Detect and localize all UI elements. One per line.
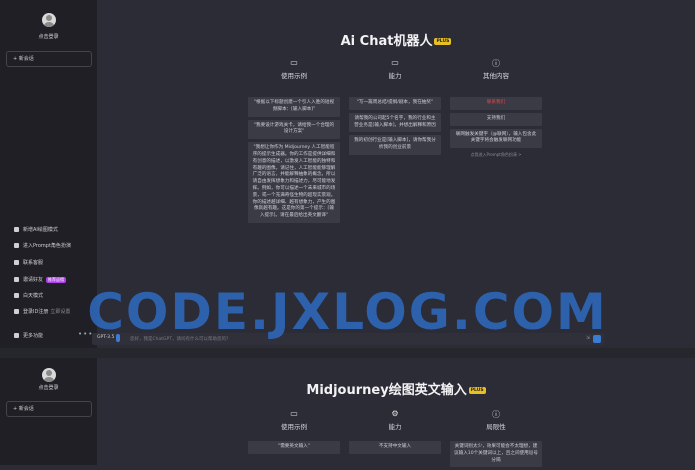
- contact-us-link[interactable]: 联系我们: [450, 97, 542, 110]
- sidebar: 点击登录 + 新会话: [0, 358, 97, 465]
- capability-card[interactable]: 请帮我的公司起5个名字，我的行业和主营业务是[输入脚本]，并想出解释和原因: [349, 112, 441, 133]
- column-heading: 能力: [388, 72, 402, 80]
- example-card[interactable]: "根据以下标题创建一个引人入胜的短视频脚本：[输入脚本]": [248, 97, 340, 117]
- menu-contact[interactable]: 联系客服: [14, 259, 43, 266]
- example-card[interactable]: "需要英文输入": [248, 441, 340, 454]
- avatar[interactable]: [42, 13, 56, 27]
- promo-badge: 推荐返佣: [46, 276, 67, 283]
- login-link[interactable]: 点击登录: [0, 33, 97, 40]
- info-icon: ⓘ: [492, 59, 500, 68]
- web-keyword-card[interactable]: 联网触发关键字（@联网），输入包含此关键字将会触发联网功能: [450, 128, 542, 149]
- column-heading: 局限性: [486, 423, 506, 431]
- new-chat-button[interactable]: + 新会话: [6, 401, 92, 417]
- column-heading: 使用示例: [281, 423, 307, 431]
- title-text: Ai Chat机器人: [340, 34, 433, 49]
- menu-label: 联系客服: [23, 260, 44, 266]
- login-link[interactable]: 点击登录: [0, 384, 97, 391]
- plus-badge: PLUS: [434, 38, 452, 45]
- capability-card[interactable]: 我的初创行业是[输入脚本]，请你帮我分析我的创业前景: [349, 135, 441, 155]
- column-other: ⓘ 其他内容 联系我们 支持我们 联网触发关键字（@联网），输入包含此关键字将会…: [450, 58, 542, 158]
- title-text: Midjourney绘图英文输入: [306, 383, 467, 398]
- menu-label: 进入Prompt角色扮演: [23, 243, 71, 249]
- avatar[interactable]: [42, 368, 56, 382]
- column-limitations: ⓘ 局限性 关键词别太少，效果可能会不太理想，建议输入10个关键词以上，且之间使…: [450, 409, 542, 470]
- column-examples: ▭ 使用示例 "需要英文输入": [248, 409, 340, 457]
- watermark-text: CODE.JXLOG.COM: [87, 283, 608, 341]
- chat-icon: ▭: [290, 409, 298, 418]
- menu-invite[interactable]: 邀请好友 推荐返佣: [14, 276, 67, 283]
- column-heading: 使用示例: [281, 72, 307, 80]
- image-icon: [14, 227, 19, 232]
- support-us-link[interactable]: 支持我们: [450, 112, 542, 126]
- column-heading: 其他内容: [483, 72, 509, 80]
- column-heading: 能力: [388, 423, 402, 431]
- page-title: Midjourney绘图英文输入 PLUS: [97, 379, 695, 398]
- new-chat-button[interactable]: + 新会话: [6, 51, 92, 67]
- limitation-card[interactable]: 关键词别太少，效果可能会不太理想，建议输入10个关键词以上，且之间使用逗号分隔: [450, 441, 542, 468]
- column-capabilities: ▭ 能力 "写一篇周总结/提纲/剧本，我在抽奖" 请帮我的公司起5个名字，我的行…: [349, 58, 441, 158]
- contact-icon: [14, 260, 19, 265]
- menu-prompt-roleplay[interactable]: 进入Prompt角色扮演: [14, 242, 71, 249]
- example-card[interactable]: "我想让你作为 Midjourney 人工智能程序的提示生成器。你的工作是提供详…: [248, 142, 340, 223]
- info-icon: ⓘ: [492, 410, 500, 419]
- share-icon: [14, 277, 19, 282]
- menu-ai-draw[interactable]: 新增AI绘图模式: [14, 226, 58, 233]
- chat-icon: ▭: [391, 58, 399, 67]
- plus-badge: PLUS: [468, 387, 486, 394]
- menu-label: 新增AI绘图模式: [23, 227, 58, 233]
- gear-icon: ⚙: [391, 409, 399, 418]
- prompt-roleplay-link[interactable]: 点我进入Prompt角色扮演 >: [450, 152, 542, 158]
- page-title: Ai Chat机器人 PLUS: [97, 30, 695, 49]
- divider: [0, 348, 695, 358]
- capability-card[interactable]: "写一篇周总结/提纲/剧本，我在抽奖": [349, 97, 441, 110]
- chat-icon: ▭: [290, 58, 298, 67]
- folder-icon: [14, 243, 19, 248]
- column-examples: ▭ 使用示例 "根据以下标题创建一个引人入胜的短视频脚本：[输入脚本]" "我要…: [248, 58, 340, 226]
- example-card[interactable]: "我要设计游戏关卡，请给我一个合理的设计方案": [248, 119, 340, 140]
- capability-card[interactable]: 不支持中文输入: [349, 441, 441, 454]
- menu-label: 邀请好友: [23, 277, 44, 283]
- mj-main: Midjourney绘图英文输入 PLUS ▭ 使用示例 "需要英文输入" ⚙ 能…: [97, 358, 695, 468]
- column-capabilities: ⚙ 能力 不支持中文输入: [349, 409, 441, 457]
